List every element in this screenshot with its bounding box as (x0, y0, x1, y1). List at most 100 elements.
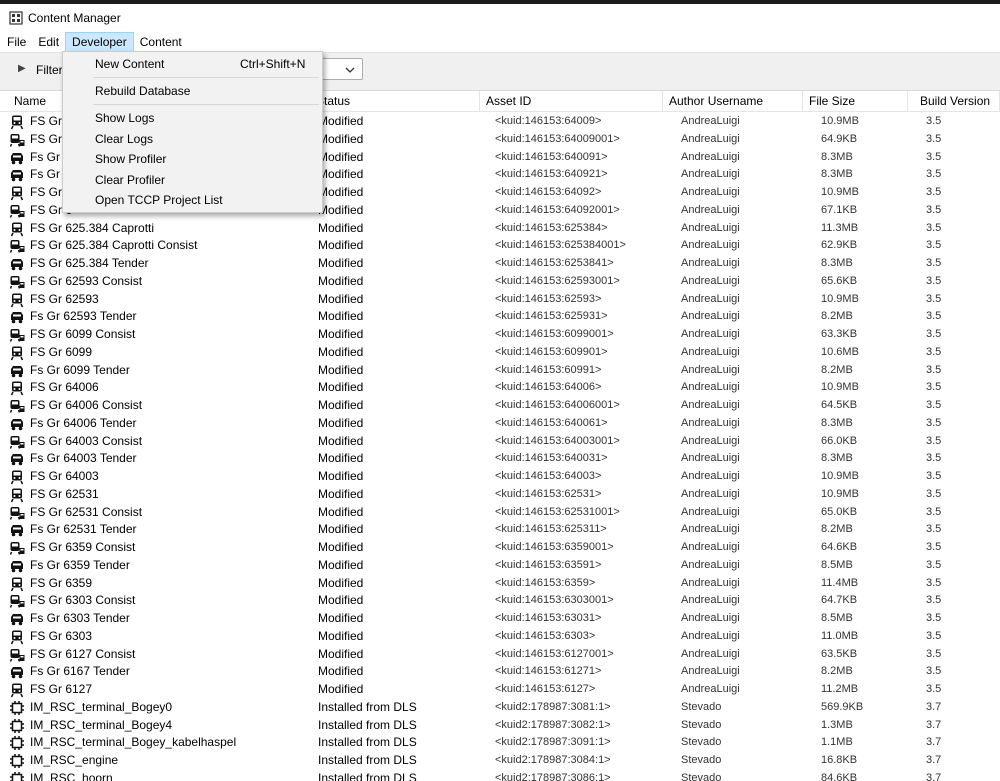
table-row[interactable]: FS Gr 64003 Consist Modified <kuid:146153:… (0, 433, 1000, 451)
table-row[interactable]: FS Gr 6359 Consist Modified <kuid:146153:6… (0, 539, 1000, 557)
table-row[interactable]: FS Gr 6359 Modified <kuid:146153:6359> Andr… (0, 575, 1000, 593)
menu-separator (93, 77, 319, 78)
column-header-asset-id[interactable]: Asset ID (480, 91, 663, 112)
file-size: 8.5MB (821, 612, 853, 624)
expand-filter-icon[interactable]: ▶ (18, 63, 26, 74)
asset-id: <kuid:146153:61271> (495, 665, 602, 678)
build-version: 3.5 (926, 470, 942, 482)
asset-id: <kuid:146153:6099001> (495, 328, 614, 340)
asset-status: Modified (318, 344, 364, 359)
table-row[interactable]: FS Gr 625.384 Caprotti Consist Modified <k… (0, 237, 1000, 255)
table-row[interactable]: FS Gr 6099 Modified <kuid:146153:609901> An… (0, 344, 1000, 362)
author-username: AndreaLuigi (681, 434, 740, 447)
tender-icon (9, 451, 25, 467)
table-row[interactable]: Fs Gr 64006 Tender Modified <kuid:146153:6… (0, 415, 1000, 433)
tender-icon (9, 167, 25, 183)
asset-status: Modified (318, 469, 364, 483)
file-size: 8.5MB (821, 558, 853, 571)
file-size: 8.3MB (821, 150, 853, 163)
menu-item-show-profiler[interactable]: Show Profiler (63, 149, 322, 169)
column-header-author[interactable]: Author Username (663, 91, 803, 112)
file-size: 10.6MB (821, 345, 859, 358)
asset-status: Modified (318, 646, 364, 661)
table-row[interactable]: FS Gr 625.384 Tender Modified <kuid:146153… (0, 255, 1000, 273)
column-header-build-version[interactable]: Build Version (908, 91, 1000, 112)
menu-item-clear-profiler[interactable]: Clear Profiler (63, 170, 322, 190)
table-row[interactable]: FS Gr 62531 Consist Modified <kuid:146153:… (0, 504, 1000, 522)
asset-status: Modified (318, 415, 364, 430)
asset-name: FS Gr 6303 Consist (30, 593, 136, 608)
table-row[interactable]: Fs Gr 62593 Tender Modified <kuid:146153:6… (0, 308, 1000, 326)
consist-icon (9, 238, 25, 254)
menu-file[interactable]: File (1, 32, 32, 52)
locomotive-icon (9, 682, 25, 698)
table-row[interactable]: IM_RSC_hoorn Installed from DLS <kuid2:178… (0, 770, 1000, 781)
table-row[interactable]: FS Gr 6303 Modified <kuid:146153:6303> Andr… (0, 628, 1000, 646)
menu-bar: File Edit Developer Content (0, 32, 1000, 52)
locomotive-icon (9, 292, 25, 308)
asset-status: Modified (318, 327, 364, 341)
menu-item-new-content[interactable]: New Content Ctrl+Shift+N (63, 54, 322, 74)
column-header-status[interactable]: Status (310, 91, 480, 112)
table-row[interactable]: IM_RSC_terminal_Bogey4 Installed from DLS… (0, 717, 1000, 735)
table-row[interactable]: FS Gr 6099 Consist Modified <kuid:146153:6… (0, 326, 1000, 344)
asset-id: <kuid:146153:64006> (495, 381, 602, 394)
menu-edit[interactable]: Edit (32, 32, 65, 52)
locomotive-icon (9, 487, 25, 503)
asset-id: <kuid:146153:6127001> (495, 647, 614, 660)
build-version: 3.7 (926, 718, 942, 731)
author-username: Stevado (681, 718, 722, 731)
table-row[interactable]: FS Gr 62593 Consist Modified <kuid:146153:… (0, 273, 1000, 291)
asset-name: FS Gr 6303 (30, 628, 93, 643)
new-content-shortcut: Ctrl+Shift+N (240, 57, 306, 71)
asset-status: Installed from DLS (318, 770, 417, 781)
table-row[interactable]: IM_RSC_terminal_Bogey0 Installed from DLS… (0, 699, 1000, 717)
table-row[interactable]: FS Gr 64003 Modified <kuid:146153:64003> An… (0, 468, 1000, 486)
menu-item-clear-logs[interactable]: Clear Logs (63, 129, 322, 149)
table-row[interactable]: IM_RSC_engine Installed from DLS <kuid2:17… (0, 752, 1000, 770)
table-row[interactable]: Fs Gr 6359 Tender Modified <kuid:146153:63… (0, 557, 1000, 575)
column-header-file-size[interactable]: File Size (803, 91, 908, 112)
author-username: Stevado (681, 771, 722, 781)
table-row[interactable]: FS Gr 62593 Modified <kuid:146153:62593> An… (0, 291, 1000, 309)
menu-separator (93, 104, 319, 105)
table-row[interactable]: Fs Gr 6303 Tender Modified <kuid:146153:63… (0, 610, 1000, 628)
build-version: 3.5 (926, 328, 942, 340)
asset-name: IM_RSC_hoorn (30, 770, 113, 781)
menu-content[interactable]: Content (134, 32, 188, 52)
file-size: 8.3MB (821, 452, 853, 465)
menu-item-rebuild-database[interactable]: Rebuild Database (63, 81, 322, 101)
author-username: AndreaLuigi (681, 345, 740, 358)
locomotive-icon (9, 629, 25, 645)
table-row[interactable]: Fs Gr 62531 Tender Modified <kuid:146153:6… (0, 521, 1000, 539)
asset-name: IM_RSC_engine (30, 753, 119, 767)
asset-id: <kuid:146153:6303> (495, 629, 596, 642)
menu-developer[interactable]: Developer (65, 32, 134, 52)
asset-id: <kuid:146153:6127> (495, 683, 596, 695)
asset-id: <kuid:146153:64009001> (495, 132, 620, 145)
table-row[interactable]: FS Gr 64006 Modified <kuid:146153:64006> An… (0, 379, 1000, 397)
asset-name: FS Gr 62593 Consist (30, 273, 143, 288)
asset-id: <kuid:146153:64009> (495, 115, 602, 127)
table-row[interactable]: Fs Gr 6099 Tender Modified <kuid:146153:60… (0, 362, 1000, 380)
asset-status: Modified (318, 682, 364, 696)
author-username: AndreaLuigi (681, 292, 740, 305)
menu-item-show-logs[interactable]: Show Logs (63, 108, 322, 128)
build-version: 3.5 (926, 576, 942, 589)
asset-name: Fs Gr 6167 Tender (30, 664, 130, 679)
table-row[interactable]: Fs Gr 64003 Tender Modified <kuid:146153:6… (0, 450, 1000, 468)
author-username: AndreaLuigi (681, 328, 740, 340)
build-version: 3.7 (926, 771, 942, 781)
file-size: 16.8KB (821, 754, 858, 766)
table-row[interactable]: FS Gr 6127 Modified <kuid:146153:6127> Andr… (0, 681, 1000, 699)
table-row[interactable]: FS Gr 625.384 Caprotti Modified <kuid:1461… (0, 220, 1000, 238)
table-row[interactable]: FS Gr 62531 Modified <kuid:146153:62531> An… (0, 486, 1000, 504)
table-row[interactable]: FS Gr 6303 Consist Modified <kuid:146153:6… (0, 592, 1000, 610)
asset-name: FS Gr 6127 (30, 682, 93, 696)
asset-name: FS Gr 64003 (30, 469, 99, 483)
table-row[interactable]: Fs Gr 6167 Tender Modified <kuid:146153:61… (0, 663, 1000, 681)
table-row[interactable]: FS Gr 6127 Consist Modified <kuid:146153:6… (0, 646, 1000, 664)
table-row[interactable]: FS Gr 64006 Consist Modified <kuid:146153:… (0, 397, 1000, 415)
table-row[interactable]: IM_RSC_terminal_Bogey_kabelhaspel Install… (0, 734, 1000, 752)
menu-item-open-tccp-project-list[interactable]: Open TCCP Project List (63, 190, 322, 210)
